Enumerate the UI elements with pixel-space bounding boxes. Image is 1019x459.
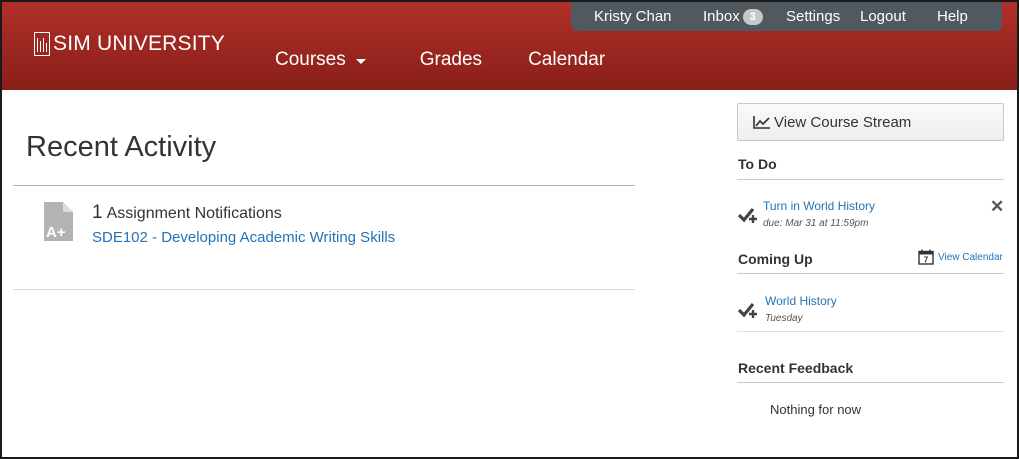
view-calendar-link[interactable]: 7 View Calendar: [918, 249, 1003, 265]
course-link[interactable]: SDE102 - Developing Academic Writing Ski…: [92, 229, 395, 246]
view-course-stream-label: View Course Stream: [774, 113, 912, 131]
activity-divider: [13, 289, 635, 290]
dismiss-todo-close-icon[interactable]: ✕: [990, 197, 1004, 217]
calendar-icon-day: 7: [924, 256, 929, 265]
calendar-icon: 7: [918, 249, 934, 265]
help-link[interactable]: Help: [937, 8, 968, 25]
checkmark-plus-icon: [738, 207, 757, 223]
university-crest-icon: [34, 32, 50, 56]
inbox-link[interactable]: Inbox 3: [703, 8, 763, 25]
brand-logo[interactable]: SIM UNIVERSITY: [34, 32, 225, 56]
assignment-grade-icon: A+: [44, 202, 73, 241]
page-title: Recent Activity: [26, 131, 217, 163]
activity-label: Assignment Notifications: [106, 205, 282, 222]
title-divider: [13, 185, 635, 186]
svg-text:A+: A+: [46, 224, 66, 241]
coming-up-item-day: Tuesday: [765, 313, 803, 324]
logout-link[interactable]: Logout: [860, 8, 906, 25]
settings-link[interactable]: Settings: [786, 8, 840, 25]
todo-item-link[interactable]: Turn in World History: [763, 199, 875, 213]
global-header: SIM UNIVERSITY Courses Grades Calendar K…: [2, 2, 1017, 90]
coming-up-divider: [737, 273, 1004, 274]
recent-feedback-heading: Recent Feedback: [738, 360, 854, 376]
user-navigation: Kristy Chan Inbox 3 Settings Logout Help: [571, 2, 1002, 31]
activity-count: 1: [92, 202, 103, 223]
todo-divider: [737, 179, 1004, 180]
view-course-stream-button[interactable]: View Course Stream: [737, 103, 1004, 141]
activity-summary: 1 Assignment Notifications: [92, 202, 282, 224]
nav-courses[interactable]: Courses: [275, 49, 366, 71]
inbox-count-badge: 3: [742, 9, 763, 25]
inbox-label: Inbox: [703, 8, 740, 25]
todo-item-due-date: due: Mar 31 at 11:59pm: [763, 218, 869, 229]
nav-grades[interactable]: Grades: [420, 49, 482, 71]
recent-feedback-divider: [737, 382, 1004, 383]
nav-courses-label: Courses: [275, 49, 346, 70]
coming-up-item-divider: [737, 331, 1004, 332]
view-calendar-label: View Calendar: [938, 251, 1003, 263]
browser-frame: SIM UNIVERSITY Courses Grades Calendar K…: [0, 0, 1019, 459]
checkmark-plus-icon: [738, 302, 757, 318]
recent-feedback-empty-text: Nothing for now: [770, 402, 862, 417]
line-chart-icon: [753, 116, 770, 129]
caret-down-icon: [355, 58, 366, 64]
brand-name: SIM UNIVERSITY: [53, 32, 225, 55]
user-profile-link[interactable]: Kristy Chan: [594, 8, 672, 25]
main-navigation: Courses Grades Calendar: [275, 49, 605, 71]
todo-heading: To Do: [738, 156, 777, 172]
coming-up-item-link[interactable]: World History: [765, 294, 837, 308]
coming-up-heading: Coming Up: [738, 251, 813, 267]
nav-calendar[interactable]: Calendar: [528, 49, 605, 71]
